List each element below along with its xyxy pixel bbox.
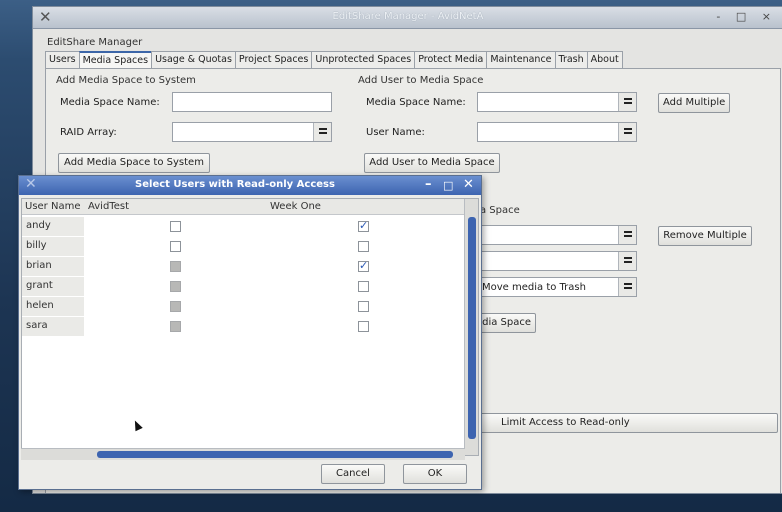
cancel-button[interactable]: Cancel [321, 464, 385, 484]
avidtest-checkbox [170, 261, 181, 272]
add-user-to-media-space-button[interactable]: Add User to Media Space [364, 153, 500, 173]
vertical-scrollbar[interactable] [464, 199, 478, 455]
horizontal-scroll-thumb[interactable] [97, 451, 453, 458]
row-user-name: sara [22, 317, 84, 336]
weekone-checkbox[interactable] [358, 259, 369, 272]
ok-button[interactable]: OK [403, 464, 467, 484]
app-label: EditShare Manager [47, 37, 143, 48]
combo-arrow-icon[interactable] [618, 93, 636, 111]
row-user-name: grant [22, 277, 84, 296]
vertical-scroll-thumb[interactable] [468, 217, 476, 439]
dialog-titlebar[interactable]: ✕ Select Users with Read-only Access – □… [19, 176, 481, 195]
raid-array-combo[interactable] [172, 122, 332, 142]
tab-users[interactable]: Users [45, 51, 80, 68]
remove-media-space-combo[interactable] [477, 225, 637, 245]
weekone-checkbox[interactable] [358, 321, 369, 332]
weekone-checkbox[interactable] [358, 301, 369, 312]
remove-user-combo[interactable] [477, 251, 637, 271]
tab-project-spaces[interactable]: Project Spaces [234, 51, 313, 68]
add-multiple-button[interactable]: Add Multiple [658, 93, 730, 113]
add-user-group-title: Add User to Media Space [356, 75, 486, 86]
close-icon[interactable]: ✕ [463, 177, 474, 192]
combo-arrow-icon[interactable] [618, 252, 636, 270]
row-user-name: billy [22, 237, 84, 256]
tab-about[interactable]: About [586, 51, 623, 68]
minimize-icon[interactable]: – [425, 177, 432, 192]
main-window-title: EditShare Manager - AvidNetA [332, 11, 484, 22]
remove-multiple-button[interactable]: Remove Multiple [658, 226, 752, 246]
avidtest-checkbox [170, 281, 181, 292]
column-header-user-name[interactable]: User Name [25, 201, 80, 212]
weekone-checkbox[interactable] [358, 219, 369, 232]
maximize-icon[interactable]: □ [443, 179, 453, 192]
combo-arrow-icon[interactable] [618, 278, 636, 296]
tab-maintenance[interactable]: Maintenance [486, 51, 556, 68]
main-titlebar[interactable]: ✕ EditShare Manager - AvidNetA - □ × [33, 7, 782, 29]
media-space-name-label: Media Space Name: [60, 97, 160, 108]
tab-trash[interactable]: Trash [554, 51, 588, 68]
tab-usage-quotas[interactable]: Usage & Quotas [151, 51, 236, 68]
limit-access-read-only-button[interactable]: Limit Access to Read-only [476, 413, 778, 433]
column-header-week-one[interactable]: Week One [270, 201, 321, 212]
user-name-label: User Name: [366, 127, 425, 138]
read-only-access-dialog: ✕ Select Users with Read-only Access – □… [18, 175, 482, 490]
combo-arrow-icon[interactable] [618, 226, 636, 244]
user-name-combo[interactable] [477, 122, 637, 142]
avidtest-checkbox [170, 301, 181, 312]
weekone-checkbox[interactable] [358, 281, 369, 292]
users-table: User Name AvidTest Week One andy billy b… [21, 198, 479, 456]
user-media-space-combo[interactable] [477, 92, 637, 112]
weekone-checkbox[interactable] [358, 241, 369, 252]
move-media-combo[interactable]: Move media to Trash [477, 277, 637, 297]
horizontal-scrollbar[interactable] [21, 448, 465, 460]
raid-array-label: RAID Array: [60, 127, 117, 138]
combo-arrow-icon[interactable] [618, 123, 636, 141]
tab-unprotected-spaces[interactable]: Unprotected Spaces [311, 51, 416, 68]
combo-arrow-icon[interactable] [313, 123, 331, 141]
move-media-value: Move media to Trash [482, 282, 586, 293]
avidtest-checkbox[interactable] [170, 241, 181, 252]
avidtest-checkbox[interactable] [170, 221, 181, 232]
tab-media-spaces[interactable]: Media Spaces [78, 51, 153, 69]
media-space-name-input[interactable] [172, 92, 332, 112]
row-user-name: helen [22, 297, 84, 316]
remove-from-media-space-button[interactable]: dia Space [476, 313, 536, 333]
window-controls[interactable]: - □ × [716, 10, 777, 23]
user-media-space-label: Media Space Name: [366, 97, 466, 108]
add-media-space-group-title: Add Media Space to System [54, 75, 198, 86]
add-media-space-button[interactable]: Add Media Space to System [58, 153, 210, 173]
column-header-avidtest[interactable]: AvidTest [88, 201, 129, 212]
remove-group-title-fragment: a Space [478, 205, 522, 216]
row-user-name: brian [22, 257, 84, 276]
row-user-name: andy [22, 217, 84, 236]
table-header: User Name AvidTest Week One [22, 199, 464, 215]
avidtest-checkbox [170, 321, 181, 332]
tab-bar: Users Media Spaces Usage & Quotas Projec… [45, 51, 623, 69]
dialog-title: Select Users with Read-only Access [135, 179, 335, 190]
tab-protect-media[interactable]: Protect Media [414, 51, 488, 68]
